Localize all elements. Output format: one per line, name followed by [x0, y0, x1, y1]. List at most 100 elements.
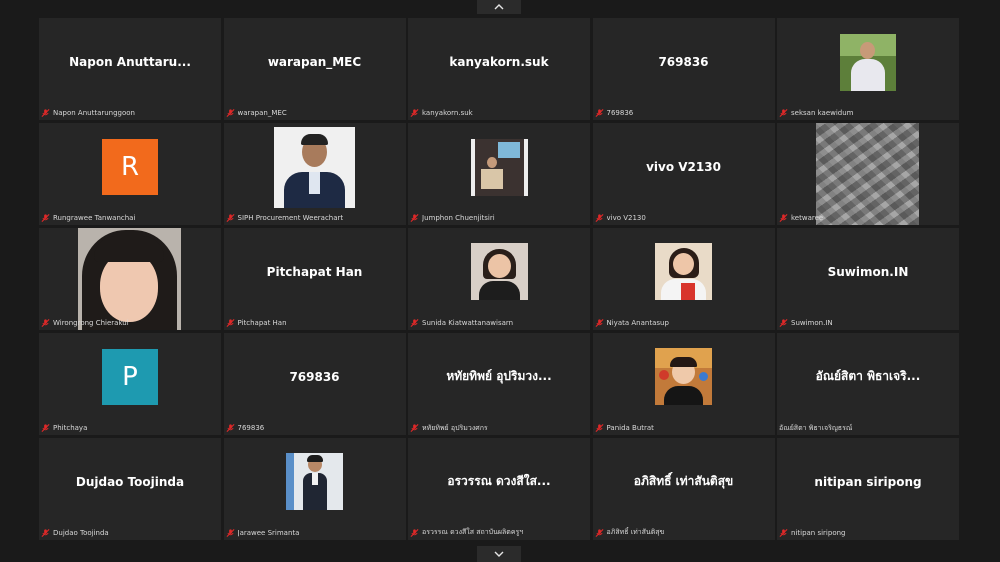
participant-tile[interactable]: R Rungrawee Tanwanchai: [39, 122, 221, 226]
muted-mic-icon: [41, 214, 50, 223]
muted-mic-icon: [779, 109, 788, 118]
muted-mic-icon: [41, 424, 50, 433]
participant-tile[interactable]: 769836 769836: [592, 18, 775, 121]
participant-name-label: vivo V2130: [606, 214, 646, 223]
participant-name-label: Jarawee Srimanta: [237, 528, 300, 537]
muted-mic-icon: [226, 319, 234, 328]
participant-display-name: 769836: [289, 369, 340, 384]
participant-name-label: 769836: [237, 424, 265, 433]
muted-mic-icon: [779, 528, 788, 537]
participant-display-name: อัณย์สิตา พิธาเจริ...: [815, 369, 921, 384]
participant-tile[interactable]: Dujdao Toojinda Dujdao Toojinda: [39, 437, 221, 540]
participant-name-label: Phitchaya: [53, 424, 88, 433]
profile-photo: [840, 33, 896, 91]
muted-mic-icon: [41, 109, 50, 118]
profile-photo: [470, 138, 528, 196]
participant-tile[interactable]: kanyakorn.suk kanyakorn.suk: [408, 18, 590, 121]
participant-name-label: Jumphon Chuenjitsiri: [422, 214, 495, 223]
participant-display-name: warapan_MEC: [267, 55, 362, 70]
participant-tile[interactable]: อภิสิทธิ์ เท่าสันติสุข อภิสิทธิ์ เท่าสัน…: [592, 437, 775, 540]
participant-tile[interactable]: warapan_MEC warapan_MEC: [223, 18, 406, 121]
muted-mic-icon: [226, 109, 234, 118]
participant-name-label: seksan kaewidum: [791, 109, 854, 118]
video-feed: [816, 122, 919, 225]
participant-display-name: nitipan siripong: [814, 474, 922, 489]
avatar-initial: P: [102, 348, 158, 405]
participant-tile[interactable]: Niyata Anantasup: [592, 227, 775, 331]
avatar-initial: R: [102, 139, 158, 196]
profile-photo: [655, 243, 712, 301]
participant-display-name: หทัยทิพย์ อุปริมวง...: [446, 369, 552, 384]
participant-tile[interactable]: SIPH Procurement Weerachart: [223, 122, 406, 226]
page-down-button[interactable]: [477, 546, 521, 562]
muted-mic-icon: [410, 109, 419, 118]
participant-name-label: warapan_MEC: [237, 109, 287, 118]
participant-tile[interactable]: Napon Anuttaru... Napon Anuttarunggoon: [39, 18, 221, 121]
muted-mic-icon: [595, 214, 603, 223]
participant-tile[interactable]: อัณย์สิตา พิธาเจริ... อัณย์สิตา พิธาเจริ…: [777, 332, 959, 436]
muted-mic-icon: [410, 528, 419, 537]
participant-tile[interactable]: Sunida Kiatwattanawisarn: [408, 227, 590, 331]
participant-name-label: Sunida Kiatwattanawisarn: [422, 319, 514, 328]
participant-display-name: kanyakorn.suk: [449, 55, 549, 70]
profile-photo: [655, 348, 712, 406]
participant-name-label: kanyakorn.suk: [422, 109, 473, 118]
participant-tile[interactable]: Jarawee Srimanta: [223, 437, 406, 540]
participant-name-label: Napon Anuttarunggoon: [53, 109, 135, 118]
profile-photo: [470, 243, 528, 301]
participant-tile[interactable]: อรวรรณ ดวงสีใส... อรวรรณ ดวงสีใส สถาบันผ…: [408, 437, 590, 540]
participant-tile[interactable]: P Phitchaya: [39, 332, 221, 436]
participant-name-label: อัณย์สิตา พิธาเจริญธรณ์: [779, 423, 853, 432]
participant-tile[interactable]: Suwimon.IN Suwimon.IN: [777, 227, 959, 331]
participant-name-label: หทัยทิพย์ อุปริมวงศกร: [422, 423, 488, 432]
participant-tile[interactable]: Pitchapat Han Pitchapat Han: [223, 227, 406, 331]
muted-mic-icon: [226, 214, 234, 223]
participant-tile[interactable]: 769836 769836: [223, 332, 406, 436]
muted-mic-icon: [779, 319, 788, 328]
muted-mic-icon: [41, 528, 50, 537]
participant-name-label: SIPH Procurement Weerachart: [237, 214, 344, 223]
muted-mic-icon: [410, 214, 419, 223]
participant-tile[interactable]: Wirongrong Chierakul: [39, 227, 221, 331]
participant-display-name: Pitchapat Han: [266, 264, 363, 279]
participant-name-label: Niyata Anantasup: [606, 319, 669, 328]
participant-name-label: Rungrawee Tanwanchai: [53, 214, 136, 223]
participant-tile[interactable]: seksan kaewidum: [777, 18, 959, 121]
muted-mic-icon: [226, 424, 234, 433]
video-feed: [78, 227, 181, 330]
chevron-down-icon: [494, 551, 504, 557]
participant-tile[interactable]: vivo V2130 vivo V2130: [592, 122, 775, 226]
participant-name-label: Suwimon.IN: [791, 319, 833, 328]
participant-display-name: อภิสิทธิ์ เท่าสันติสุข: [633, 474, 734, 489]
muted-mic-icon: [595, 109, 603, 118]
participant-display-name: 769836: [658, 55, 709, 70]
participant-tile[interactable]: nitipan siripong nitipan siripong: [777, 437, 959, 540]
participant-display-name: Dujdao Toojinda: [75, 474, 185, 489]
page-up-button[interactable]: [477, 0, 521, 14]
participant-tile[interactable]: Panida Butrat: [592, 332, 775, 436]
chevron-up-icon: [494, 4, 504, 10]
participant-tile[interactable]: หทัยทิพย์ อุปริมวง... หทัยทิพย์ อุปริมวง…: [408, 332, 590, 436]
muted-mic-icon: [41, 319, 50, 328]
muted-mic-icon: [410, 319, 419, 328]
participant-name-label: อรวรรณ ดวงสีใส สถาบันผลิตครูฯ: [422, 528, 524, 537]
participant-display-name: Suwimon.IN: [827, 264, 909, 279]
participant-tile[interactable]: Jumphon Chuenjitsiri: [408, 122, 590, 226]
participant-name-label: 769836: [606, 109, 634, 118]
profile-photo: [274, 126, 355, 208]
participant-name-label: Dujdao Toojinda: [53, 528, 109, 537]
participant-display-name: อรวรรณ ดวงสีใส...: [447, 474, 551, 489]
participant-name-label: Panida Butrat: [606, 424, 654, 433]
muted-mic-icon: [595, 319, 603, 328]
participant-name-label: nitipan siripong: [791, 528, 846, 537]
participant-name-label: ketwaree: [791, 214, 824, 223]
profile-photo: [286, 453, 343, 511]
participant-name-label: Wirongrong Chierakul: [53, 319, 129, 328]
participant-name-label: อภิสิทธิ์ เท่าสันติสุข: [606, 528, 665, 537]
muted-mic-icon: [410, 424, 419, 433]
participant-display-name: Napon Anuttaru...: [69, 55, 191, 70]
participant-display-name: vivo V2130: [646, 160, 721, 175]
muted-mic-icon: [226, 528, 234, 537]
participant-name-label: Pitchapat Han: [237, 319, 287, 328]
participant-tile[interactable]: ketwaree: [777, 122, 959, 226]
